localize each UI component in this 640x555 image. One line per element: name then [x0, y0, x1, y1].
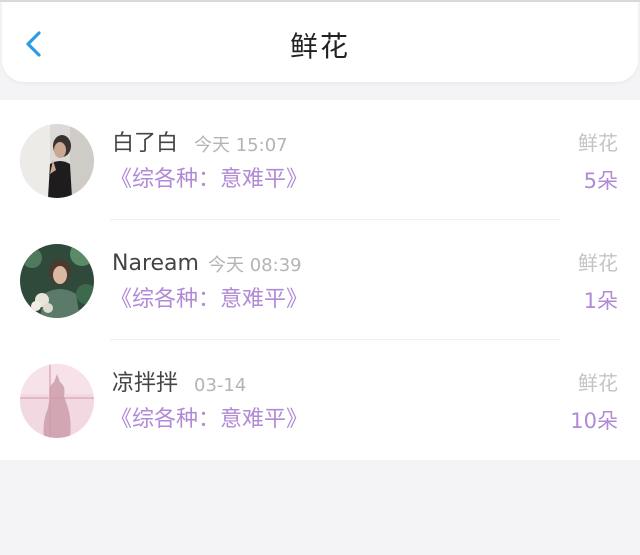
gift-label: 鲜花 [578, 371, 618, 395]
page-title: 鲜花 [289, 30, 350, 63]
avatar[interactable] [20, 244, 94, 318]
user-name[interactable]: 凉拌拌 [112, 370, 178, 398]
gift-time: 今天 15:07 [194, 135, 288, 156]
gift-time: 今天 08:39 [208, 255, 302, 276]
avatar[interactable] [20, 364, 94, 438]
book-title-link[interactable]: 《综各种：意难平》 [110, 286, 308, 314]
nav-bar: 鲜花 [2, 2, 638, 82]
gift-count: 5朵 [583, 169, 618, 193]
user-name[interactable]: 白了白 [112, 130, 178, 158]
gift-count: 10朵 [570, 409, 618, 433]
gift-time: 03-14 [194, 375, 247, 396]
list-item[interactable]: 白了白 今天 15:07 《综各种：意难平》 鲜花 5朵 [0, 100, 640, 220]
gift-list: 白了白 今天 15:07 《综各种：意难平》 鲜花 5朵 Naream 今天 0… [0, 100, 640, 460]
book-title-link[interactable]: 《综各种：意难平》 [110, 166, 308, 194]
list-item[interactable]: 凉拌拌 03-14 《综各种：意难平》 鲜花 10朵 [0, 340, 640, 460]
gift-count: 1朵 [583, 289, 618, 313]
gift-label: 鲜花 [578, 251, 618, 275]
avatar[interactable] [20, 124, 94, 198]
user-name[interactable]: Naream [112, 250, 199, 278]
book-title-link[interactable]: 《综各种：意难平》 [110, 406, 308, 434]
list-item[interactable]: Naream 今天 08:39 《综各种：意难平》 鲜花 1朵 [0, 220, 640, 340]
gift-label: 鲜花 [578, 131, 618, 155]
